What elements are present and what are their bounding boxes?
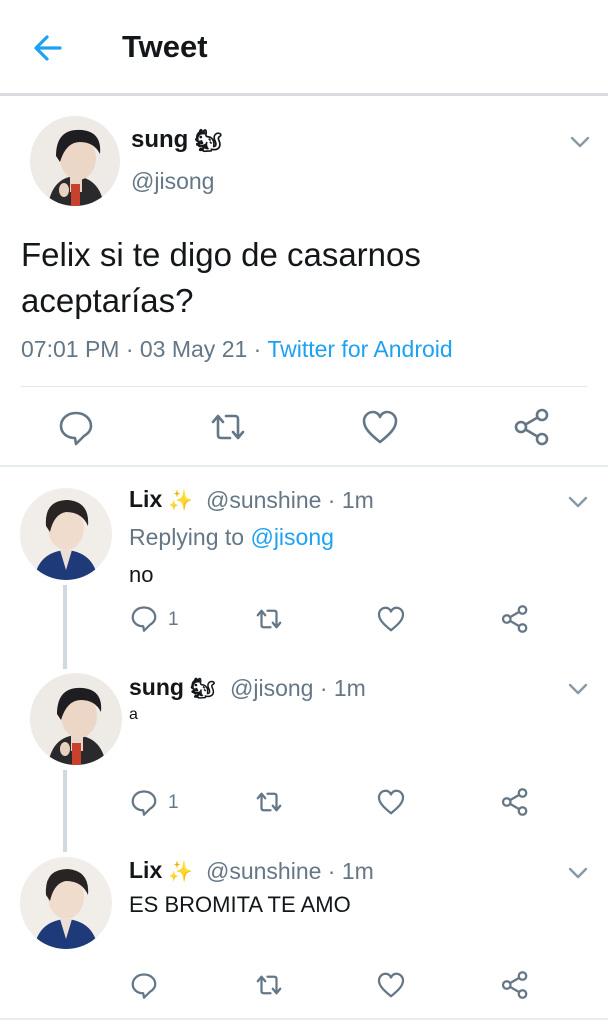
reply-author-name[interactable]: sung 🐿	[129, 674, 215, 701]
page-title: Tweet	[122, 29, 208, 64]
reply-text: ES BROMITA TE AMO	[129, 892, 351, 917]
reply-author-name[interactable]: Lix ✨	[129, 486, 193, 513]
replying-to-link[interactable]: @jisong	[250, 524, 333, 550]
like-icon[interactable]	[360, 407, 400, 447]
back-button[interactable]	[28, 28, 68, 68]
tweet-text: Felix si te digo de casarnos aceptarías?	[21, 236, 421, 319]
top-app-bar: Tweet	[0, 0, 608, 96]
retweet-icon[interactable]	[208, 407, 248, 447]
reply-icon[interactable]	[56, 407, 96, 447]
chevron-down-icon[interactable]	[566, 490, 590, 514]
share-icon[interactable]	[500, 970, 530, 1000]
tweet-meta: 07:01 PM · 03 May 21 · Twitter for Andro…	[21, 336, 453, 363]
reply-author-handle[interactable]: @sunshine · 1m	[206, 487, 374, 514]
avatar[interactable]	[30, 116, 120, 206]
reply-icon[interactable]	[129, 787, 159, 817]
avatar[interactable]	[20, 857, 112, 949]
sparkles-emoji: ✨	[168, 861, 194, 884]
share-icon[interactable]	[500, 787, 530, 817]
reply-icon[interactable]	[129, 970, 159, 1000]
chevron-down-icon[interactable]	[566, 677, 590, 701]
avatar[interactable]	[20, 488, 112, 580]
replying-to: Replying to @jisong	[129, 524, 334, 550]
reply-count: 1	[168, 609, 179, 630]
retweet-icon[interactable]	[254, 604, 284, 634]
reply-author-handle[interactable]: @jisong · 1m	[230, 675, 366, 702]
reply-count: 1	[168, 792, 179, 813]
reply-text: a	[129, 706, 138, 723]
tweet-source-link[interactable]: Twitter for Android	[267, 336, 452, 362]
squirrel-emoji: 🐿	[189, 678, 216, 701]
like-icon[interactable]	[376, 970, 406, 1000]
reply-author-name[interactable]: Lix ✨	[129, 857, 193, 884]
chevron-down-icon[interactable]	[568, 130, 592, 154]
share-icon[interactable]	[512, 407, 552, 447]
divider	[21, 386, 587, 387]
arrow-left-icon	[34, 35, 62, 61]
share-icon[interactable]	[500, 604, 530, 634]
divider	[0, 465, 608, 467]
chevron-down-icon[interactable]	[566, 861, 590, 885]
avatar[interactable]	[30, 673, 122, 765]
retweet-icon[interactable]	[254, 787, 284, 817]
retweet-icon[interactable]	[254, 970, 284, 1000]
reply-icon[interactable]	[129, 603, 159, 633]
like-icon[interactable]	[376, 787, 406, 817]
thread-line	[63, 585, 67, 669]
divider	[0, 1018, 608, 1020]
tweet-timestamp: 07:01 PM · 03 May 21 ·	[21, 336, 268, 362]
reply-author-handle[interactable]: @sunshine · 1m	[206, 858, 374, 885]
like-icon[interactable]	[376, 604, 406, 634]
sparkles-emoji: ✨	[168, 490, 194, 513]
squirrel-emoji: 🐿	[194, 127, 223, 153]
author-handle[interactable]: @jisong	[131, 168, 214, 195]
author-name[interactable]: sung 🐿	[131, 126, 222, 154]
thread-line	[63, 770, 67, 852]
reply-text: no	[129, 562, 154, 587]
